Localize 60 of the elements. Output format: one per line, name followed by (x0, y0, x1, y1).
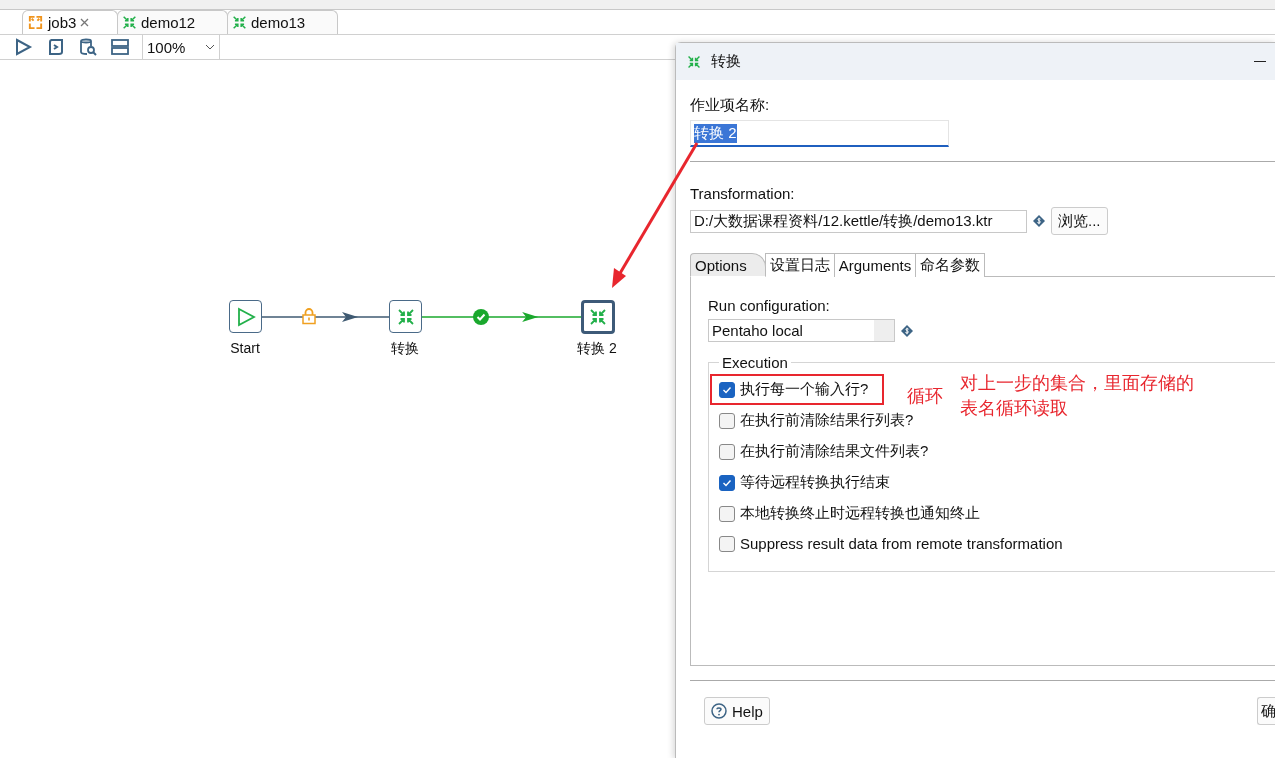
transformation-icon (687, 54, 701, 69)
play-icon (235, 306, 256, 327)
job-entry-node[interactable] (389, 300, 422, 333)
layout-icon[interactable] (110, 37, 130, 57)
help-button[interactable]: Help (704, 697, 770, 725)
transformation-icon (396, 307, 415, 326)
check-icon (472, 309, 489, 325)
database-search-icon[interactable] (78, 37, 98, 57)
transformation-icon (122, 15, 137, 30)
check-icon (722, 384, 732, 395)
checkbox-label[interactable]: 等待远程转换执行结束 (740, 473, 890, 492)
job-entry-node[interactable] (581, 300, 615, 334)
check-icon (722, 477, 732, 488)
checkbox[interactable] (719, 443, 735, 460)
node-label: 转换 2 (576, 340, 618, 358)
checkbox[interactable] (719, 412, 735, 429)
checkbox[interactable] (719, 535, 735, 552)
run-icon[interactable] (14, 37, 34, 57)
job-entry-node[interactable] (229, 300, 262, 333)
path-field[interactable]: D:/大数据课程资料/12.kettle/转换/demo13.ktr (690, 209, 1027, 233)
group-label: Execution (721, 354, 789, 371)
transformation-icon (232, 15, 247, 30)
ok-button[interactable]: 确 (1257, 697, 1275, 725)
lock-icon (302, 308, 316, 324)
variable-icon[interactable] (1033, 215, 1045, 227)
checkbox-label[interactable]: Suppress result data from remote transformation (740, 535, 1063, 552)
hop-arrow[interactable] (422, 311, 581, 323)
checkbox-label[interactable]: 本地转换终止时远程转换也通知终止 (740, 504, 980, 523)
hop-arrow[interactable] (262, 311, 389, 323)
checkbox-label[interactable]: 在执行前清除结果文件列表? (740, 442, 929, 461)
transformation-icon (589, 308, 607, 326)
checkbox[interactable] (719, 505, 735, 522)
window-title: 转换 (711, 52, 742, 71)
browse-button[interactable]: 浏览... (1051, 207, 1108, 235)
annotation-note: 对上一步的集合，里面存储的表名循环读取 (960, 372, 1195, 420)
editor-tab[interactable]: job3 (22, 10, 118, 34)
script-icon[interactable] (46, 37, 66, 57)
variable-icon[interactable] (901, 324, 913, 337)
entry-name-field[interactable]: 转换 2 (690, 120, 949, 147)
field-label: Transformation: (690, 185, 796, 202)
field-label: Run configuration: (708, 297, 831, 314)
help-icon (711, 703, 727, 719)
run-configuration-field[interactable]: Pentaho local (708, 319, 895, 342)
checkbox[interactable] (719, 381, 735, 398)
annotation-note: 循环 (907, 385, 943, 408)
checkbox-label[interactable]: 在执行前清除结果行列表? (740, 411, 914, 430)
chevron-down-icon (205, 44, 215, 50)
checkbox[interactable] (719, 474, 735, 491)
field-label: 作业项名称: (690, 96, 771, 115)
editor-tab[interactable]: demo12 (117, 10, 228, 34)
node-label: Start (229, 340, 261, 356)
tab[interactable]: 设置日志 (764, 253, 835, 277)
tab[interactable]: Arguments (833, 253, 917, 277)
zoom-dropdown[interactable]: 100% (142, 35, 220, 59)
editor-tab[interactable]: demo13 (227, 10, 338, 34)
tab[interactable]: 命名参数 (915, 253, 986, 277)
tab[interactable]: Options (690, 253, 766, 277)
close-icon[interactable] (80, 18, 90, 27)
job-icon (27, 14, 44, 31)
node-label: 转换 (390, 340, 420, 358)
